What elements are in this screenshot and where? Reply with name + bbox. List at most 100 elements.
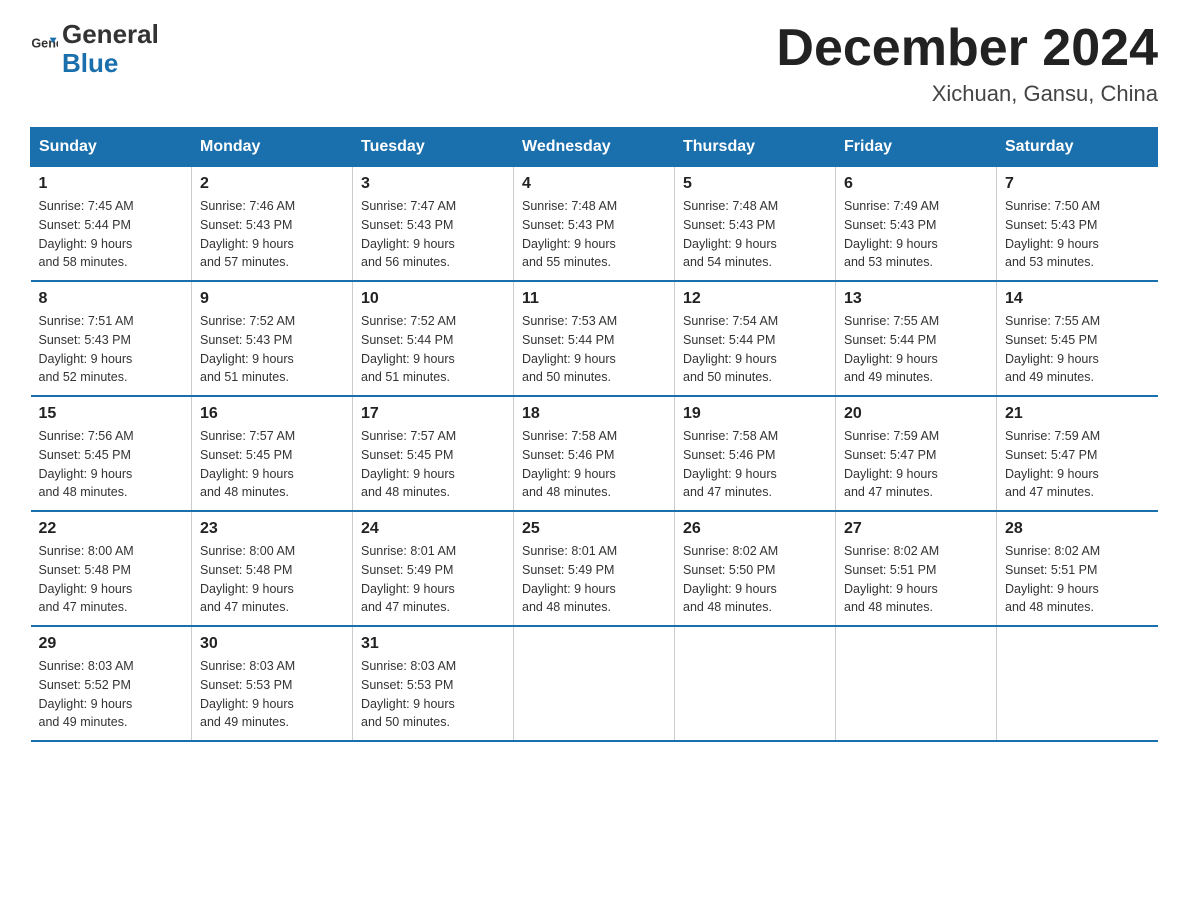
day-number: 7 [1005, 175, 1150, 193]
day-info: Sunrise: 7:49 AM Sunset: 5:43 PM Dayligh… [844, 197, 988, 272]
page-header: General General Blue December 2024 Xichu… [30, 20, 1158, 107]
header-tuesday: Tuesday [353, 128, 514, 167]
logo-graphic: General [30, 32, 58, 65]
day-number: 18 [522, 405, 666, 423]
month-title: December 2024 [776, 20, 1158, 77]
day-number: 22 [39, 520, 184, 538]
day-cell: 22 Sunrise: 8:00 AM Sunset: 5:48 PM Dayl… [31, 511, 192, 626]
week-row-5: 29 Sunrise: 8:03 AM Sunset: 5:52 PM Dayl… [31, 626, 1158, 741]
day-info: Sunrise: 7:53 AM Sunset: 5:44 PM Dayligh… [522, 312, 666, 387]
day-cell: 6 Sunrise: 7:49 AM Sunset: 5:43 PM Dayli… [836, 167, 997, 282]
header-thursday: Thursday [675, 128, 836, 167]
day-info: Sunrise: 8:01 AM Sunset: 5:49 PM Dayligh… [361, 542, 505, 617]
location-title: Xichuan, Gansu, China [776, 81, 1158, 107]
day-cell: 30 Sunrise: 8:03 AM Sunset: 5:53 PM Dayl… [192, 626, 353, 741]
day-cell: 8 Sunrise: 7:51 AM Sunset: 5:43 PM Dayli… [31, 281, 192, 396]
day-info: Sunrise: 7:57 AM Sunset: 5:45 PM Dayligh… [200, 427, 344, 502]
day-cell: 17 Sunrise: 7:57 AM Sunset: 5:45 PM Dayl… [353, 396, 514, 511]
day-number: 10 [361, 290, 505, 308]
day-info: Sunrise: 8:03 AM Sunset: 5:53 PM Dayligh… [361, 657, 505, 732]
day-cell: 1 Sunrise: 7:45 AM Sunset: 5:44 PM Dayli… [31, 167, 192, 282]
day-number: 14 [1005, 290, 1150, 308]
day-cell: 26 Sunrise: 8:02 AM Sunset: 5:50 PM Dayl… [675, 511, 836, 626]
week-row-3: 15 Sunrise: 7:56 AM Sunset: 5:45 PM Dayl… [31, 396, 1158, 511]
day-info: Sunrise: 8:00 AM Sunset: 5:48 PM Dayligh… [200, 542, 344, 617]
day-number: 3 [361, 175, 505, 193]
day-info: Sunrise: 8:00 AM Sunset: 5:48 PM Dayligh… [39, 542, 184, 617]
day-cell: 24 Sunrise: 8:01 AM Sunset: 5:49 PM Dayl… [353, 511, 514, 626]
day-cell: 18 Sunrise: 7:58 AM Sunset: 5:46 PM Dayl… [514, 396, 675, 511]
day-number: 5 [683, 175, 827, 193]
day-info: Sunrise: 7:57 AM Sunset: 5:45 PM Dayligh… [361, 427, 505, 502]
day-info: Sunrise: 7:51 AM Sunset: 5:43 PM Dayligh… [39, 312, 184, 387]
day-cell: 13 Sunrise: 7:55 AM Sunset: 5:44 PM Dayl… [836, 281, 997, 396]
week-row-1: 1 Sunrise: 7:45 AM Sunset: 5:44 PM Dayli… [31, 167, 1158, 282]
day-number: 4 [522, 175, 666, 193]
day-cell: 2 Sunrise: 7:46 AM Sunset: 5:43 PM Dayli… [192, 167, 353, 282]
day-info: Sunrise: 7:45 AM Sunset: 5:44 PM Dayligh… [39, 197, 184, 272]
day-info: Sunrise: 7:59 AM Sunset: 5:47 PM Dayligh… [844, 427, 988, 502]
day-cell: 5 Sunrise: 7:48 AM Sunset: 5:43 PM Dayli… [675, 167, 836, 282]
day-cell: 7 Sunrise: 7:50 AM Sunset: 5:43 PM Dayli… [997, 167, 1158, 282]
day-cell: 11 Sunrise: 7:53 AM Sunset: 5:44 PM Dayl… [514, 281, 675, 396]
day-number: 31 [361, 635, 505, 653]
day-number: 16 [200, 405, 344, 423]
day-number: 15 [39, 405, 184, 423]
day-cell: 4 Sunrise: 7:48 AM Sunset: 5:43 PM Dayli… [514, 167, 675, 282]
day-info: Sunrise: 8:02 AM Sunset: 5:51 PM Dayligh… [844, 542, 988, 617]
day-number: 25 [522, 520, 666, 538]
day-cell: 31 Sunrise: 8:03 AM Sunset: 5:53 PM Dayl… [353, 626, 514, 741]
day-number: 12 [683, 290, 827, 308]
day-cell: 9 Sunrise: 7:52 AM Sunset: 5:43 PM Dayli… [192, 281, 353, 396]
day-number: 17 [361, 405, 505, 423]
day-info: Sunrise: 8:01 AM Sunset: 5:49 PM Dayligh… [522, 542, 666, 617]
day-info: Sunrise: 7:50 AM Sunset: 5:43 PM Dayligh… [1005, 197, 1150, 272]
day-number: 24 [361, 520, 505, 538]
day-info: Sunrise: 8:03 AM Sunset: 5:53 PM Dayligh… [200, 657, 344, 732]
day-number: 11 [522, 290, 666, 308]
day-info: Sunrise: 7:52 AM Sunset: 5:44 PM Dayligh… [361, 312, 505, 387]
day-number: 8 [39, 290, 184, 308]
day-cell [836, 626, 997, 741]
day-number: 30 [200, 635, 344, 653]
day-number: 21 [1005, 405, 1150, 423]
day-info: Sunrise: 7:52 AM Sunset: 5:43 PM Dayligh… [200, 312, 344, 387]
day-info: Sunrise: 7:54 AM Sunset: 5:44 PM Dayligh… [683, 312, 827, 387]
day-cell: 15 Sunrise: 7:56 AM Sunset: 5:45 PM Dayl… [31, 396, 192, 511]
week-row-4: 22 Sunrise: 8:00 AM Sunset: 5:48 PM Dayl… [31, 511, 1158, 626]
day-number: 27 [844, 520, 988, 538]
day-cell [675, 626, 836, 741]
day-cell: 29 Sunrise: 8:03 AM Sunset: 5:52 PM Dayl… [31, 626, 192, 741]
day-cell [997, 626, 1158, 741]
logo-general-text: General [62, 20, 159, 49]
day-info: Sunrise: 7:58 AM Sunset: 5:46 PM Dayligh… [683, 427, 827, 502]
day-number: 19 [683, 405, 827, 423]
header-saturday: Saturday [997, 128, 1158, 167]
week-row-2: 8 Sunrise: 7:51 AM Sunset: 5:43 PM Dayli… [31, 281, 1158, 396]
logo-blue-text: Blue [62, 49, 159, 78]
header-friday: Friday [836, 128, 997, 167]
day-cell: 21 Sunrise: 7:59 AM Sunset: 5:47 PM Dayl… [997, 396, 1158, 511]
day-cell: 3 Sunrise: 7:47 AM Sunset: 5:43 PM Dayli… [353, 167, 514, 282]
day-number: 6 [844, 175, 988, 193]
day-info: Sunrise: 7:55 AM Sunset: 5:45 PM Dayligh… [1005, 312, 1150, 387]
day-cell: 28 Sunrise: 8:02 AM Sunset: 5:51 PM Dayl… [997, 511, 1158, 626]
calendar-table: SundayMondayTuesdayWednesdayThursdayFrid… [30, 127, 1158, 742]
day-cell: 27 Sunrise: 8:02 AM Sunset: 5:51 PM Dayl… [836, 511, 997, 626]
day-number: 13 [844, 290, 988, 308]
day-number: 23 [200, 520, 344, 538]
day-number: 20 [844, 405, 988, 423]
day-number: 9 [200, 290, 344, 308]
header-wednesday: Wednesday [514, 128, 675, 167]
day-info: Sunrise: 7:47 AM Sunset: 5:43 PM Dayligh… [361, 197, 505, 272]
day-info: Sunrise: 7:48 AM Sunset: 5:43 PM Dayligh… [522, 197, 666, 272]
day-cell: 23 Sunrise: 8:00 AM Sunset: 5:48 PM Dayl… [192, 511, 353, 626]
title-section: December 2024 Xichuan, Gansu, China [776, 20, 1158, 107]
day-info: Sunrise: 7:59 AM Sunset: 5:47 PM Dayligh… [1005, 427, 1150, 502]
day-number: 29 [39, 635, 184, 653]
day-cell: 25 Sunrise: 8:01 AM Sunset: 5:49 PM Dayl… [514, 511, 675, 626]
day-info: Sunrise: 7:46 AM Sunset: 5:43 PM Dayligh… [200, 197, 344, 272]
day-cell: 12 Sunrise: 7:54 AM Sunset: 5:44 PM Dayl… [675, 281, 836, 396]
day-info: Sunrise: 7:58 AM Sunset: 5:46 PM Dayligh… [522, 427, 666, 502]
calendar-header-row: SundayMondayTuesdayWednesdayThursdayFrid… [31, 128, 1158, 167]
